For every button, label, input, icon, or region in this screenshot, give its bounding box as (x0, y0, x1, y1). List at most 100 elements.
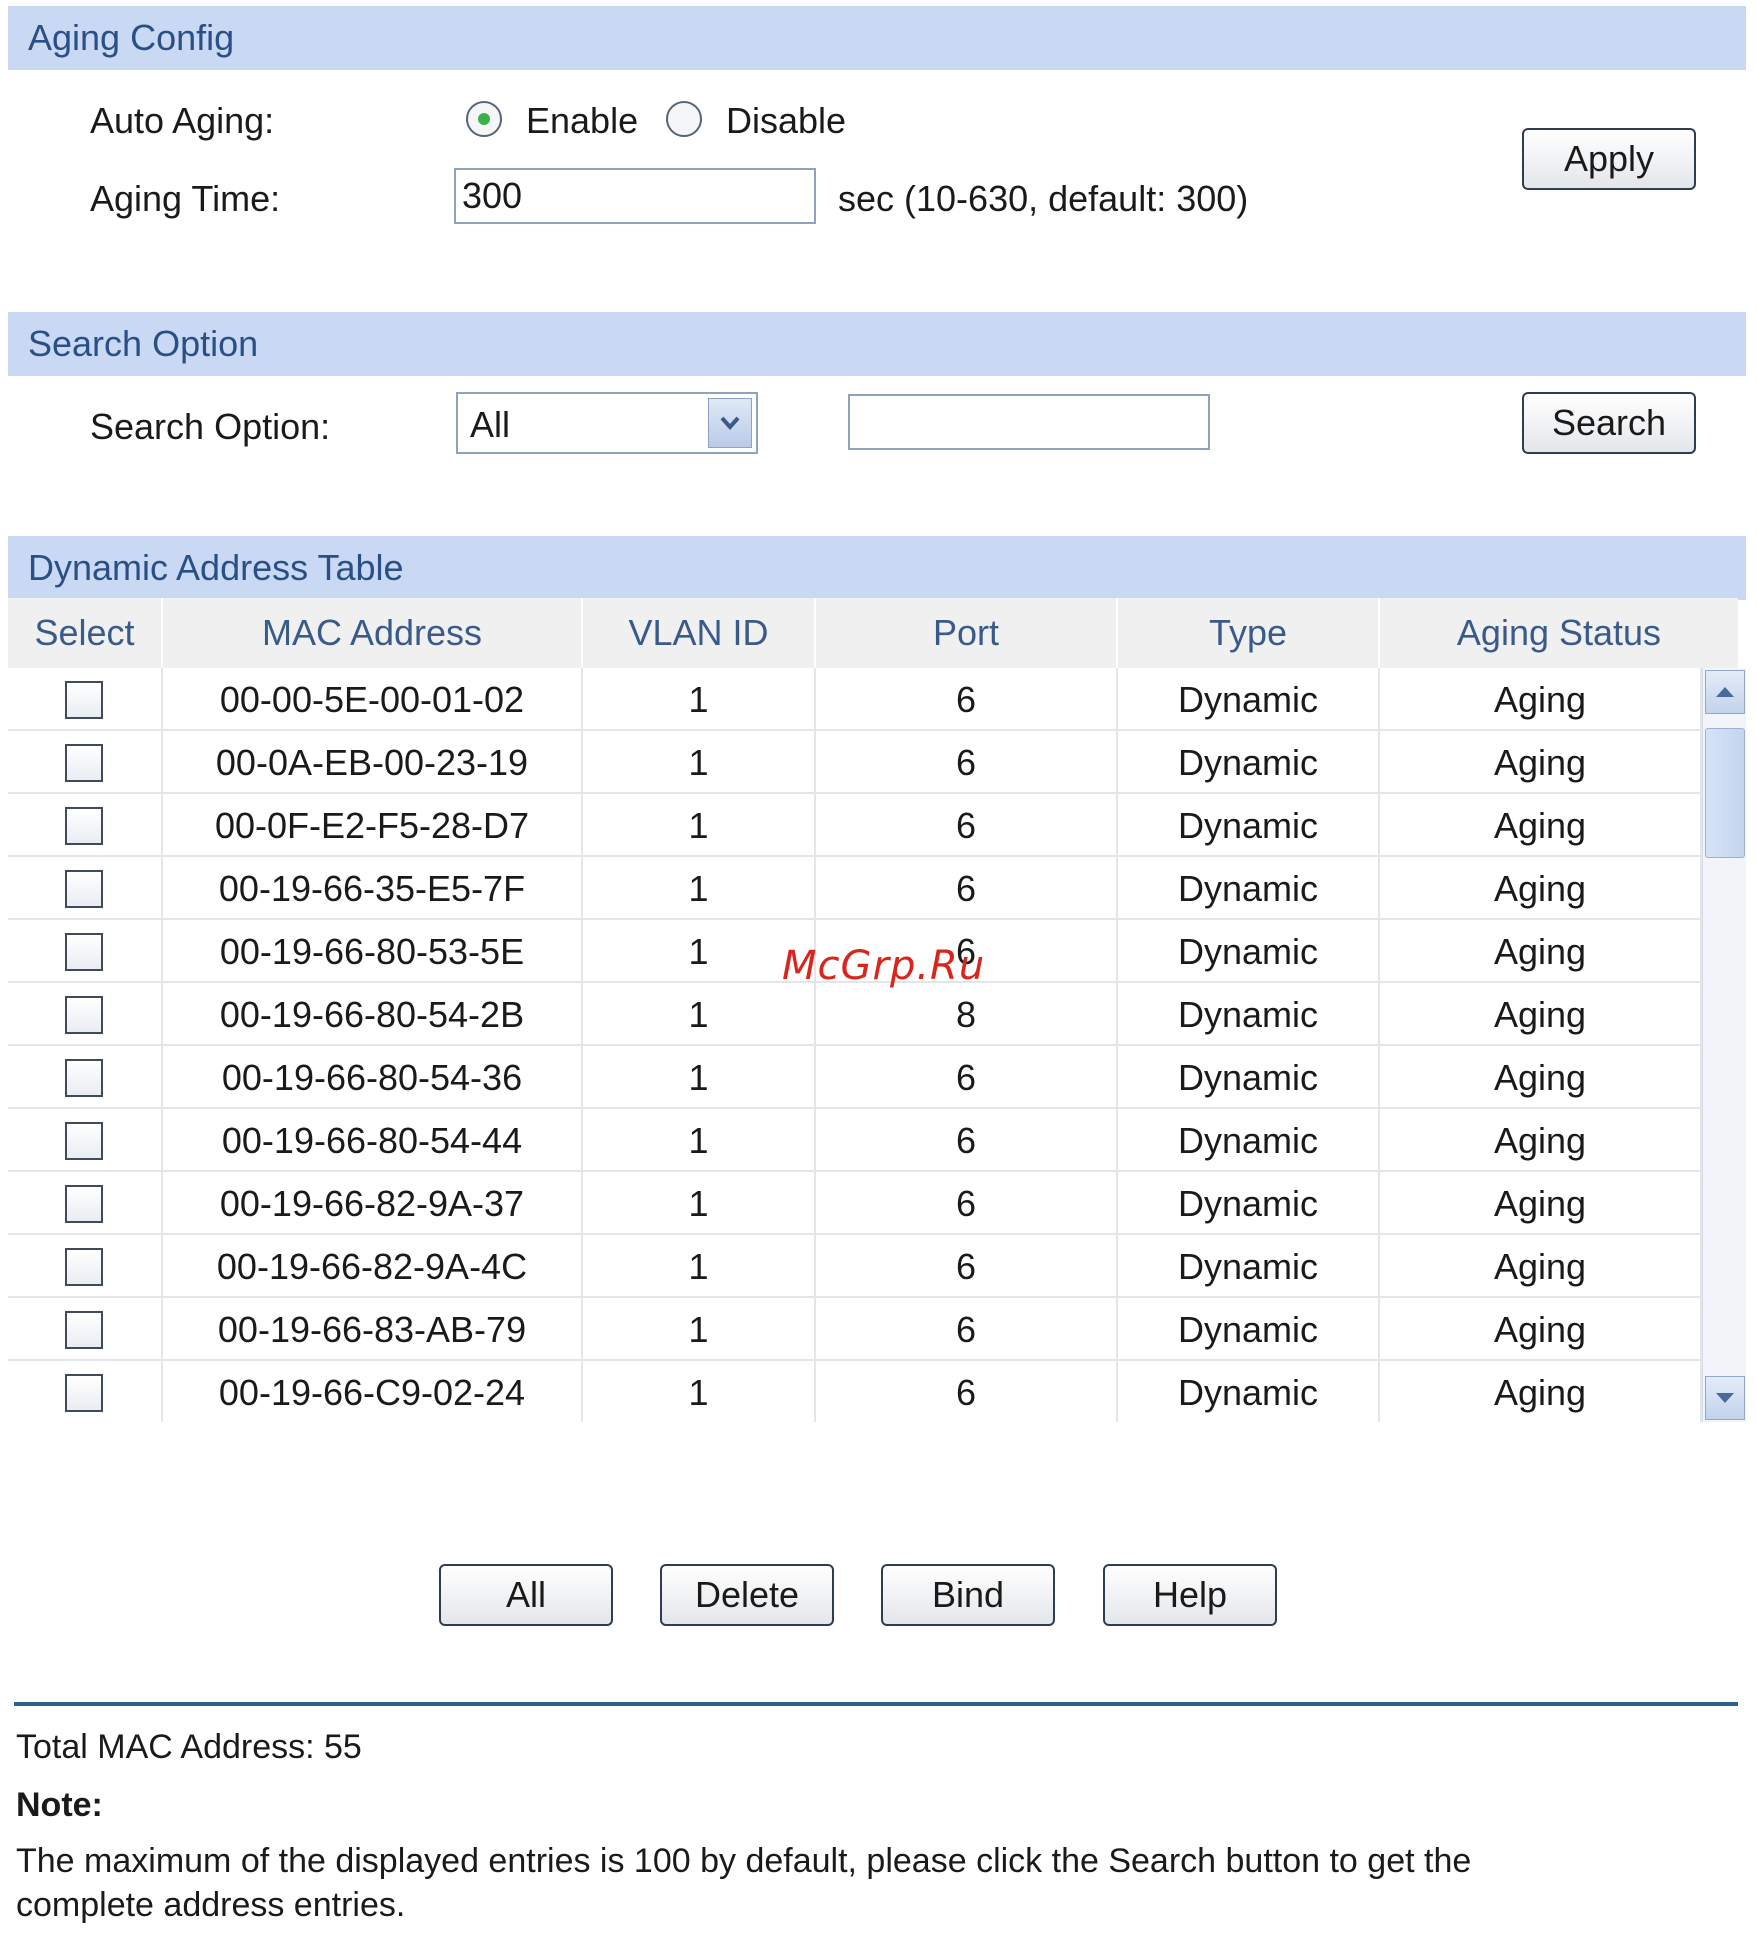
auto-aging-label: Auto Aging: (90, 100, 275, 141)
arrow-up-icon[interactable] (1705, 670, 1745, 714)
row-mac-address: 00-19-66-83-AB-79 (163, 1298, 583, 1361)
dynamic-table-body: 00-00-5E-00-01-02 1 6 Dynamic Aging 00-0A-EB-… (8, 668, 1702, 1422)
col-type: Type (1118, 598, 1380, 668)
row-select-checkbox[interactable] (65, 1248, 103, 1286)
row-select-checkbox[interactable] (65, 933, 103, 971)
search-option-label: Search Option: (90, 406, 331, 447)
scrollbar-thumb[interactable] (1705, 728, 1745, 858)
row-select-cell (8, 1046, 163, 1109)
help-button[interactable]: Help (1103, 1564, 1277, 1626)
table-row: 00-19-66-82-9A-4C 1 6 Dynamic Aging (8, 1235, 1702, 1298)
row-mac-address: 00-19-66-80-54-2B (163, 983, 583, 1046)
row-select-checkbox[interactable] (65, 1059, 103, 1097)
aging-config-header: Aging Config (8, 6, 1746, 70)
row-aging-status: Aging (1380, 983, 1702, 1046)
row-select-checkbox[interactable] (65, 996, 103, 1034)
row-aging-status: Aging (1380, 668, 1702, 731)
search-value-input[interactable] (848, 394, 1210, 450)
row-vlan-id: 1 (583, 857, 816, 920)
row-type: Dynamic (1118, 794, 1380, 857)
row-select-cell (8, 983, 163, 1046)
note-line-2: complete address entries. (16, 1886, 406, 1924)
table-row: 00-19-66-80-54-2B 1 8 Dynamic Aging (8, 983, 1702, 1046)
aging-time-input[interactable] (454, 168, 816, 224)
row-mac-address: 00-19-66-80-53-5E (163, 920, 583, 983)
row-type: Dynamic (1118, 1046, 1380, 1109)
row-type: Dynamic (1118, 1235, 1380, 1298)
note-line-1: The maximum of the displayed entries is … (16, 1842, 1472, 1880)
col-select: Select (8, 598, 163, 668)
table-row: 00-19-66-C9-02-24 1 6 Dynamic Aging (8, 1361, 1702, 1422)
row-select-cell (8, 668, 163, 731)
delete-button[interactable]: Delete (660, 1564, 834, 1626)
aging-time-hint: sec (10-630, default: 300) (838, 178, 1249, 219)
row-type: Dynamic (1118, 857, 1380, 920)
row-port: 6 (816, 1172, 1118, 1235)
row-select-cell (8, 731, 163, 794)
row-select-cell (8, 1172, 163, 1235)
row-select-checkbox[interactable] (65, 807, 103, 845)
search-option-select[interactable]: All (456, 392, 758, 454)
all-button[interactable]: All (439, 1564, 613, 1626)
row-port: 8 (816, 983, 1118, 1046)
disable-label: Disable (726, 100, 847, 141)
search-button[interactable]: Search (1522, 392, 1696, 454)
row-select-cell (8, 920, 163, 983)
apply-button[interactable]: Apply (1522, 128, 1696, 190)
row-select-cell (8, 857, 163, 920)
row-type: Dynamic (1118, 920, 1380, 983)
search-option-value: All (470, 404, 511, 445)
row-select-cell (8, 1235, 163, 1298)
table-row: 00-19-66-82-9A-37 1 6 Dynamic Aging (8, 1172, 1702, 1235)
row-select-checkbox[interactable] (65, 1311, 103, 1349)
row-select-checkbox[interactable] (65, 1374, 103, 1412)
row-vlan-id: 1 (583, 1172, 816, 1235)
row-mac-address: 00-19-66-80-54-44 (163, 1109, 583, 1172)
row-select-checkbox[interactable] (65, 681, 103, 719)
row-vlan-id: 1 (583, 1235, 816, 1298)
arrow-down-icon[interactable] (1705, 1376, 1745, 1420)
col-mac-address: MAC Address (163, 598, 583, 668)
row-port: 6 (816, 794, 1118, 857)
disable-radio[interactable] (666, 101, 702, 137)
chevron-down-icon[interactable] (708, 398, 752, 448)
row-mac-address: 00-19-66-82-9A-37 (163, 1172, 583, 1235)
table-row: 00-19-66-83-AB-79 1 6 Dynamic Aging (8, 1298, 1702, 1361)
footer-divider (14, 1702, 1738, 1706)
row-mac-address: 00-00-5E-00-01-02 (163, 668, 583, 731)
row-port: 6 (816, 1298, 1118, 1361)
table-row: 00-19-66-80-54-36 1 6 Dynamic Aging (8, 1046, 1702, 1109)
row-mac-address: 00-0A-EB-00-23-19 (163, 731, 583, 794)
enable-radio[interactable] (466, 101, 502, 137)
table-row: 00-0A-EB-00-23-19 1 6 Dynamic Aging (8, 731, 1702, 794)
row-port: 6 (816, 857, 1118, 920)
table-row: 00-0F-E2-F5-28-D7 1 6 Dynamic Aging (8, 794, 1702, 857)
table-row: 00-00-5E-00-01-02 1 6 Dynamic Aging (8, 668, 1702, 731)
row-port: 6 (816, 668, 1118, 731)
row-type: Dynamic (1118, 731, 1380, 794)
row-type: Dynamic (1118, 1361, 1380, 1422)
row-select-checkbox[interactable] (65, 1185, 103, 1223)
row-vlan-id: 1 (583, 1046, 816, 1109)
row-select-checkbox[interactable] (65, 744, 103, 782)
row-type: Dynamic (1118, 1109, 1380, 1172)
col-vlan-id: VLAN ID (583, 598, 816, 668)
row-select-cell (8, 1361, 163, 1422)
row-vlan-id: 1 (583, 1298, 816, 1361)
bind-button[interactable]: Bind (881, 1564, 1055, 1626)
row-aging-status: Aging (1380, 1361, 1702, 1422)
row-select-checkbox[interactable] (65, 870, 103, 908)
col-aging-status: Aging Status (1456, 612, 1662, 653)
row-aging-status: Aging (1380, 1172, 1702, 1235)
aging-time-label: Aging Time: (90, 178, 281, 219)
row-select-cell (8, 1298, 163, 1361)
table-scrollbar[interactable] (1702, 668, 1746, 1422)
row-select-cell (8, 794, 163, 857)
row-aging-status: Aging (1380, 920, 1702, 983)
row-type: Dynamic (1118, 1298, 1380, 1361)
row-select-checkbox[interactable] (65, 1122, 103, 1160)
row-select-cell (8, 1109, 163, 1172)
row-vlan-id: 1 (583, 794, 816, 857)
row-vlan-id: 1 (583, 668, 816, 731)
row-aging-status: Aging (1380, 1298, 1702, 1361)
